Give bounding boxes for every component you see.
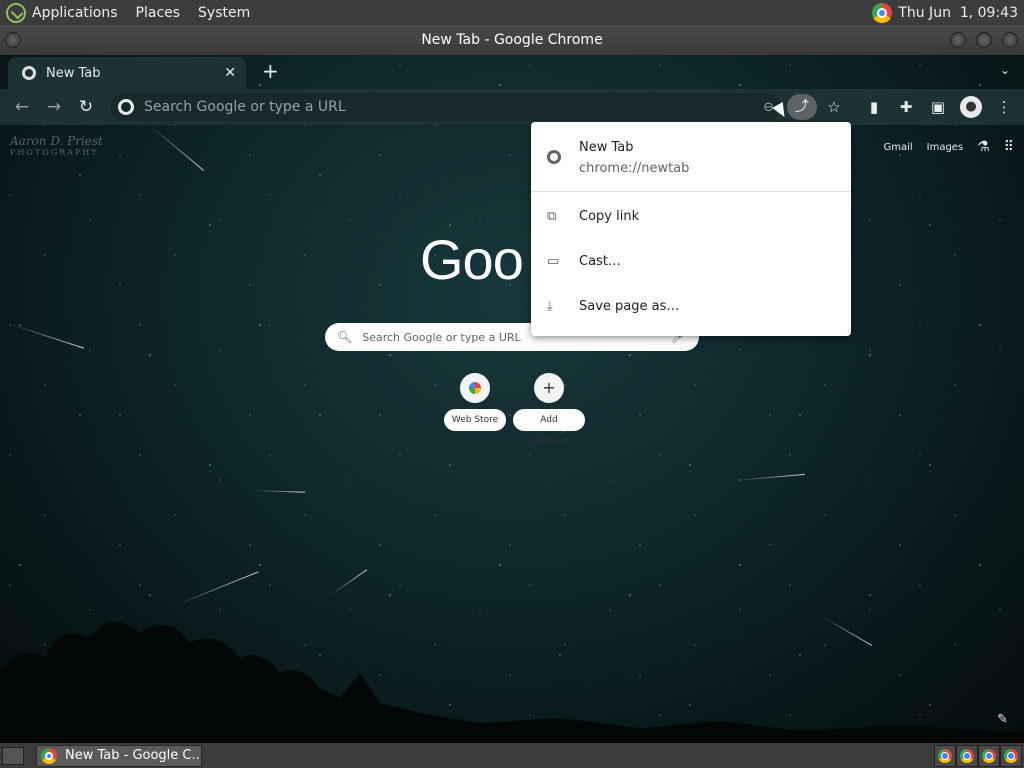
gmail-link[interactable]: Gmail: [883, 142, 912, 153]
chrome-menu-icon[interactable]: ⋮: [990, 89, 1018, 125]
shortcut-web-store[interactable]: Web Store: [439, 373, 511, 431]
share-menu-header: New Tab chrome://newtab: [531, 122, 851, 192]
bookmark-star-icon[interactable]: ☆: [820, 89, 848, 125]
save-icon: ⤓: [547, 299, 553, 314]
tab-title: New Tab: [46, 65, 101, 81]
browser-window: New Tab ✕ + ⌄ ← → ↻ Search Google or typ…: [0, 55, 1024, 743]
google-g-icon: [118, 99, 134, 115]
tab-search-button[interactable]: ⌄: [1000, 63, 1010, 77]
taskbar: New Tab - Google C...: [0, 743, 1024, 768]
apps-grid-icon[interactable]: ⠿: [1004, 139, 1014, 155]
toolbar: ← → ↻ Search Google or type a URL ⊖ ⤴ ☆ …: [0, 89, 1024, 125]
workspace-3[interactable]: [978, 744, 1000, 767]
menu-system[interactable]: System: [198, 5, 250, 21]
menu-item-save-page[interactable]: ⤓ Save page as…: [531, 284, 851, 329]
workspace-switcher: [934, 744, 1022, 767]
top-panel: Applications Places System Thu Jun 1, 09…: [0, 0, 1024, 25]
extensions-puzzle-icon[interactable]: ✚: [892, 89, 920, 125]
profile-avatar-icon[interactable]: ●: [960, 96, 982, 118]
panel-tray: Thu Jun 1, 09:43: [872, 2, 1018, 23]
shortcut-add[interactable]: + Add shortcut: [513, 373, 585, 448]
workspace-1[interactable]: [934, 744, 956, 767]
menu-item-cast[interactable]: ▭ Cast…: [531, 239, 851, 284]
web-store-icon: [460, 373, 490, 403]
minimize-button[interactable]: [950, 32, 966, 48]
close-window-button[interactable]: [1002, 32, 1018, 48]
plus-icon: +: [534, 373, 564, 403]
customize-pencil-icon[interactable]: ✎: [997, 712, 1008, 727]
workspace-2[interactable]: [956, 744, 978, 767]
side-panel-icon[interactable]: ▣: [924, 89, 952, 125]
window-title: New Tab - Google Chrome: [421, 32, 603, 48]
cast-icon: ▭: [547, 254, 560, 269]
tab-strip: New Tab ✕ + ⌄: [0, 55, 1024, 89]
chrome-favicon-icon: [22, 66, 36, 80]
chrome-icon: [41, 747, 57, 764]
tab-new-tab[interactable]: New Tab ✕: [8, 57, 246, 89]
clock[interactable]: Thu Jun 1, 09:43: [898, 5, 1018, 21]
labs-flask-icon[interactable]: ⚗: [977, 139, 990, 155]
new-tab-button[interactable]: +: [262, 61, 279, 81]
window-titlebar[interactable]: New Tab - Google Chrome: [0, 25, 1024, 55]
maximize-button[interactable]: [976, 32, 992, 48]
system-logo-icon[interactable]: [6, 2, 26, 23]
share-page-url: chrome://newtab: [579, 161, 690, 176]
search-icon: 🔍︎: [337, 330, 353, 344]
taskbar-item-chrome[interactable]: New Tab - Google C...: [36, 744, 202, 767]
omnibox[interactable]: Search Google or type a URL ⊖: [110, 93, 780, 121]
window-menu-button[interactable]: [5, 32, 21, 48]
share-button[interactable]: ⤴: [787, 94, 817, 120]
shortcut-label: Web Store: [443, 409, 507, 431]
ntp-header-links: Gmail Images ⚗ ⠿: [869, 139, 1014, 155]
reload-button[interactable]: ↻: [70, 97, 102, 117]
tab-close-icon[interactable]: ✕: [224, 65, 236, 81]
chrome-page-icon: [547, 150, 561, 164]
back-button[interactable]: ←: [6, 97, 38, 117]
menu-applications[interactable]: Applications: [32, 5, 118, 21]
menu-places[interactable]: Places: [136, 5, 181, 21]
omnibox-input[interactable]: Search Google or type a URL: [144, 99, 346, 115]
workspace-4[interactable]: [1000, 744, 1022, 767]
show-desktop-button[interactable]: [2, 746, 24, 765]
share-page-title: New Tab: [579, 140, 634, 155]
extension-mouse-icon[interactable]: ▮: [860, 89, 888, 125]
chrome-tray-icon[interactable]: [872, 2, 893, 23]
tree-silhouette: [0, 621, 1024, 743]
forward-button[interactable]: →: [38, 97, 70, 117]
copy-icon: ⧉: [547, 209, 557, 224]
photo-watermark: Aaron D. Priest PHOTOGRAPHY: [10, 134, 103, 157]
ntp-search-input[interactable]: Search Google or type a URL: [362, 331, 520, 344]
images-link[interactable]: Images: [927, 142, 964, 153]
share-menu: New Tab chrome://newtab ⧉ Copy link ▭ Ca…: [531, 122, 851, 336]
menu-item-copy-link[interactable]: ⧉ Copy link: [531, 194, 851, 239]
shortcut-label: Add shortcut: [513, 409, 585, 447]
